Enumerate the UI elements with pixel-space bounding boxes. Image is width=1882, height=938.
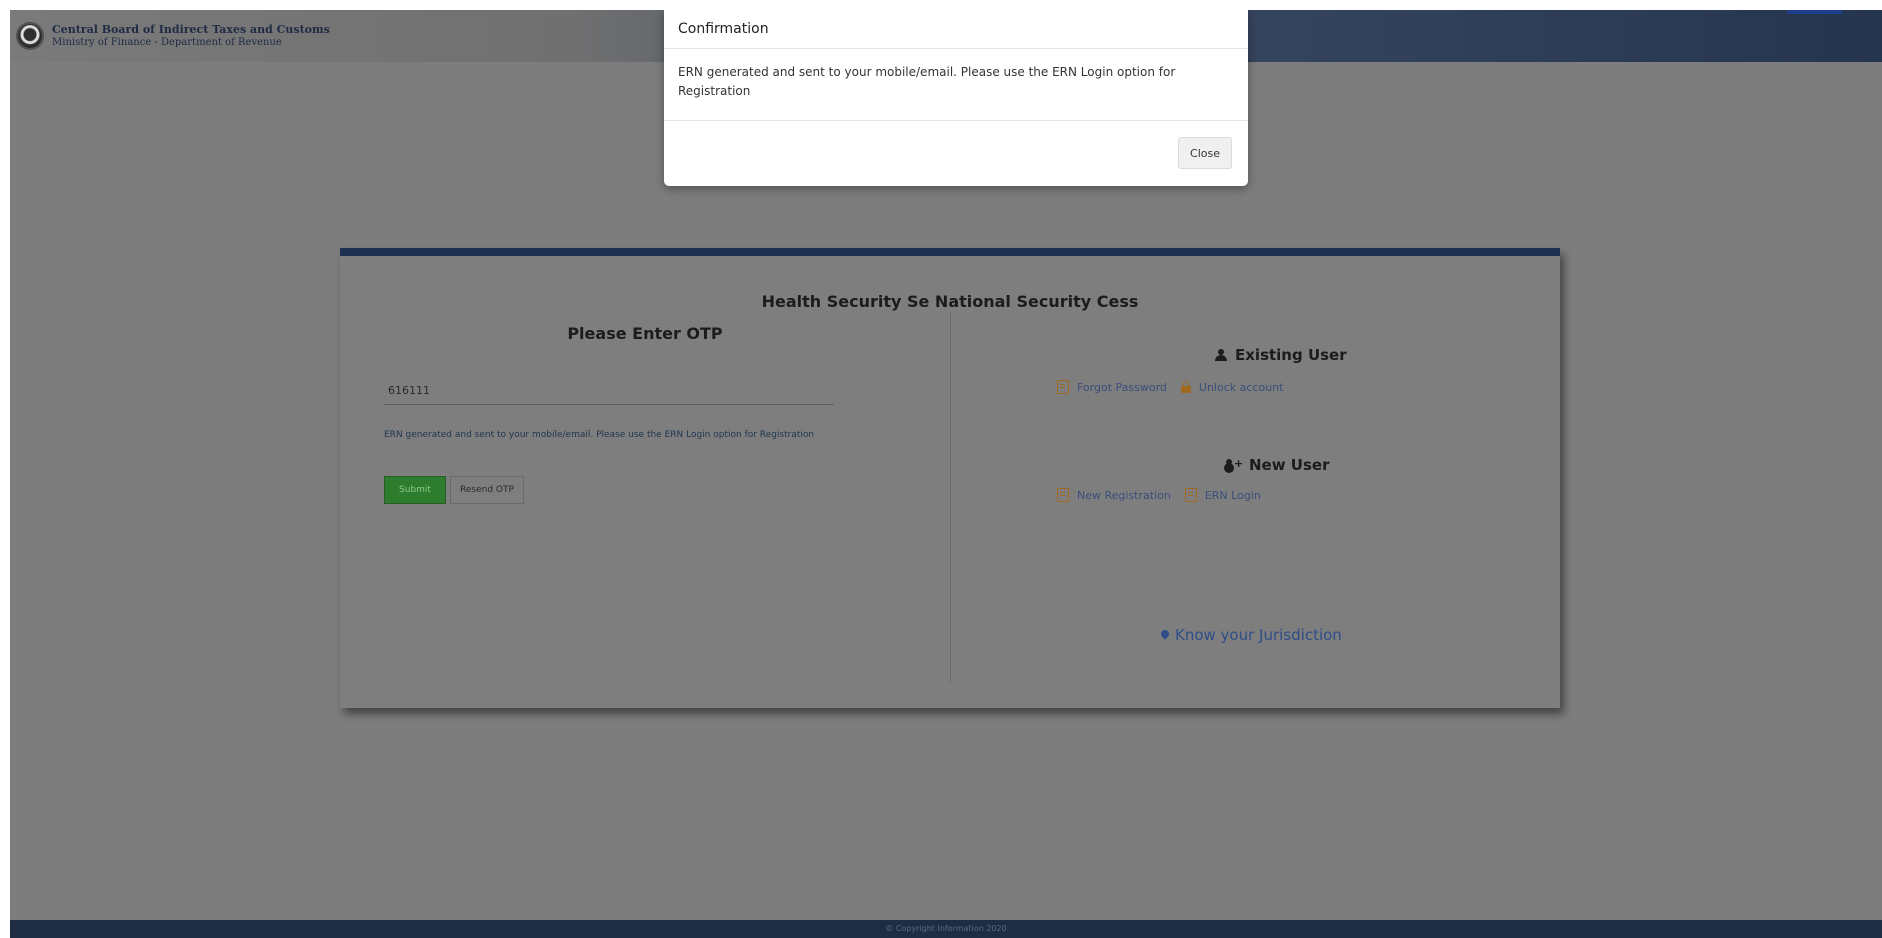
know-jurisdiction-label: Know your Jurisdiction xyxy=(1175,626,1342,644)
emblem-logo-icon xyxy=(16,22,44,50)
new-user-heading: New User xyxy=(1225,456,1330,474)
existing-user-label: Existing User xyxy=(1235,346,1347,364)
new-user-links: New Registration ERN Login xyxy=(1057,488,1261,502)
forgot-password-link[interactable]: Forgot Password xyxy=(1077,381,1167,394)
org-subtitle: Ministry of Finance - Department of Reve… xyxy=(52,36,282,48)
new-user-label: New User xyxy=(1249,456,1330,474)
otp-panel: Please Enter OTP ERN generated and sent … xyxy=(340,312,951,682)
org-name: Central Board of Indirect Taxes and Cust… xyxy=(52,22,330,36)
document-icon xyxy=(1057,380,1069,394)
lock-icon xyxy=(1180,380,1191,393)
login-card: Health Security Se National Security Ces… xyxy=(340,248,1560,708)
header-accent xyxy=(1787,10,1842,14)
know-jurisdiction-link[interactable]: Know your Jurisdiction xyxy=(1161,626,1342,644)
user-icon xyxy=(1215,349,1227,361)
otp-heading: Please Enter OTP xyxy=(567,324,723,343)
page-viewport: Central Board of Indirect Taxes and Cust… xyxy=(10,10,1882,938)
footer: © Copyright Information 2020 xyxy=(10,920,1882,938)
user-options-panel: Existing User Forgot Password Unlock acc… xyxy=(951,312,1560,682)
close-button[interactable]: Close xyxy=(1178,137,1232,169)
submit-button[interactable]: Submit xyxy=(384,476,446,504)
new-registration-link[interactable]: New Registration xyxy=(1077,489,1171,502)
user-plus-icon xyxy=(1225,457,1243,471)
modal-title: Confirmation xyxy=(678,21,769,37)
map-pin-icon xyxy=(1161,630,1169,640)
confirmation-modal: Confirmation ERN generated and sent to y… xyxy=(664,10,1248,186)
document-icon xyxy=(1184,488,1197,502)
resend-otp-button[interactable]: Resend OTP xyxy=(450,476,524,504)
otp-message: ERN generated and sent to your mobile/em… xyxy=(384,430,815,440)
modal-body: ERN generated and sent to your mobile/em… xyxy=(664,49,1248,121)
modal-message: ERN generated and sent to your mobile/em… xyxy=(678,65,1176,99)
unlock-account-link[interactable]: Unlock account xyxy=(1199,381,1284,394)
footer-text: © Copyright Information 2020 xyxy=(885,924,1007,933)
modal-footer: Close xyxy=(664,121,1248,185)
card-title: Health Security Se National Security Ces… xyxy=(761,292,1139,311)
otp-input[interactable] xyxy=(384,376,834,405)
ern-login-link[interactable]: ERN Login xyxy=(1205,489,1261,502)
modal-header: Confirmation xyxy=(664,10,1248,49)
existing-user-links: Forgot Password Unlock account xyxy=(1057,380,1283,394)
brand: Central Board of Indirect Taxes and Cust… xyxy=(52,22,330,48)
existing-user-heading: Existing User xyxy=(1215,346,1347,364)
document-icon xyxy=(1057,488,1069,502)
